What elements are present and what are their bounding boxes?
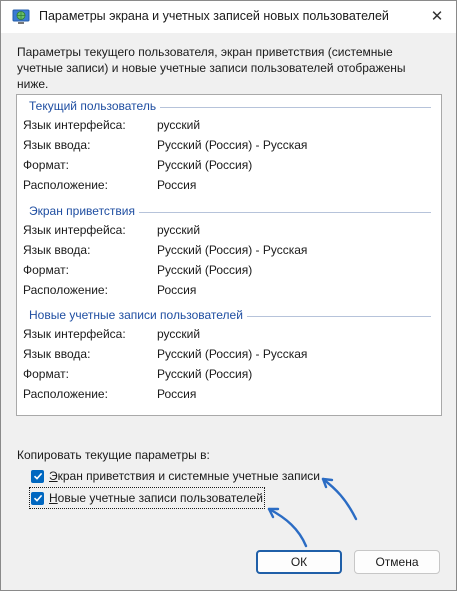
setting-label: Язык ввода: [23, 138, 91, 152]
section-title: Текущий пользователь [29, 99, 161, 113]
description-text: Параметры текущего пользователя, экран п… [17, 45, 406, 91]
ok-button[interactable]: ОК [256, 550, 342, 574]
setting-value: Русский (Россия) [157, 367, 253, 381]
setting-label: Язык ввода: [23, 243, 91, 257]
setting-label: Язык интерфейса: [23, 327, 126, 341]
setting-label: Формат: [23, 158, 69, 172]
setting-label: Формат: [23, 367, 69, 381]
setting-label: Расположение: [23, 283, 108, 297]
checkmark-icon [33, 494, 42, 502]
welcome-screen-checkbox-label: Экран приветствия и системные учетные за… [49, 469, 320, 483]
copy-settings-label: Копировать текущие параметры в: [17, 448, 210, 462]
window-title: Параметры экрана и учетных записей новых… [39, 9, 389, 23]
setting-label: Формат: [23, 263, 69, 277]
setting-value: Россия [157, 178, 197, 192]
setting-value: Россия [157, 387, 197, 401]
setting-row: Расположение: Россия [17, 280, 441, 300]
setting-label: Расположение: [23, 178, 108, 192]
setting-value: русский [157, 327, 201, 341]
annotation-arrow-welcome [321, 477, 358, 521]
setting-value: русский [157, 118, 201, 132]
close-button[interactable]: ✕ [424, 5, 450, 29]
setting-label: Язык ввода: [23, 347, 91, 361]
setting-row: Формат: Русский (Россия) [17, 364, 441, 384]
setting-row: Формат: Русский (Россия) [17, 260, 441, 280]
setting-row: Расположение: Россия [17, 384, 441, 404]
annotation-arrow-new-users [267, 507, 308, 548]
setting-label: Язык интерфейса: [23, 118, 126, 132]
dialog-window: Параметры экрана и учетных записей новых… [0, 0, 457, 591]
setting-value: Россия [157, 283, 197, 297]
setting-row: Язык интерфейса: русский [17, 324, 441, 344]
setting-label: Расположение: [23, 387, 108, 401]
welcome-screen-checkbox[interactable]: Экран приветствия и системные учетные за… [31, 467, 320, 485]
new-users-checkbox[interactable]: Новые учетные записи пользователей [29, 487, 265, 509]
setting-value: Русский (Россия) - Русская [157, 243, 308, 257]
setting-row: Язык ввода: Русский (Россия) - Русская [17, 240, 441, 260]
section-new-users: Новые учетные записи пользователей Язык … [17, 308, 441, 404]
setting-value: Русский (Россия) [157, 158, 253, 172]
checkmark-icon [33, 472, 42, 480]
section-current-user: Текущий пользователь Язык интерфейса: рус… [17, 99, 441, 195]
setting-row: Язык ввода: Русский (Россия) - Русская [17, 344, 441, 364]
section-title: Новые учетные записи пользователей [29, 308, 247, 322]
checkbox-checked[interactable] [31, 491, 44, 505]
cancel-button[interactable]: Отмена [354, 550, 440, 574]
new-users-checkbox-label: Новые учетные записи пользователей [49, 491, 263, 505]
setting-value: Русский (Россия) - Русская [157, 138, 308, 152]
setting-row: Формат: Русский (Россия) [17, 155, 441, 175]
setting-value: Русский (Россия) - Русская [157, 347, 308, 361]
close-icon: ✕ [430, 8, 444, 25]
checkbox-checked[interactable] [31, 469, 44, 483]
settings-panel: Текущий пользователь Язык интерфейса: рус… [16, 94, 442, 416]
setting-row: Язык интерфейса: русский [17, 220, 441, 240]
setting-row: Расположение: Россия [17, 175, 441, 195]
setting-value: русский [157, 223, 201, 237]
title-bar: Параметры экрана и учетных записей новых… [1, 1, 456, 33]
setting-row: Язык интерфейса: русский [17, 115, 441, 135]
section-welcome-screen: Экран приветствия Язык интерфейса: русски… [17, 204, 441, 300]
setting-value: Русский (Россия) [157, 263, 253, 277]
setting-label: Язык интерфейса: [23, 223, 126, 237]
globe-monitor-icon [12, 9, 30, 24]
setting-row: Язык ввода: Русский (Россия) - Русская [17, 135, 441, 155]
section-title: Экран приветствия [29, 204, 140, 218]
